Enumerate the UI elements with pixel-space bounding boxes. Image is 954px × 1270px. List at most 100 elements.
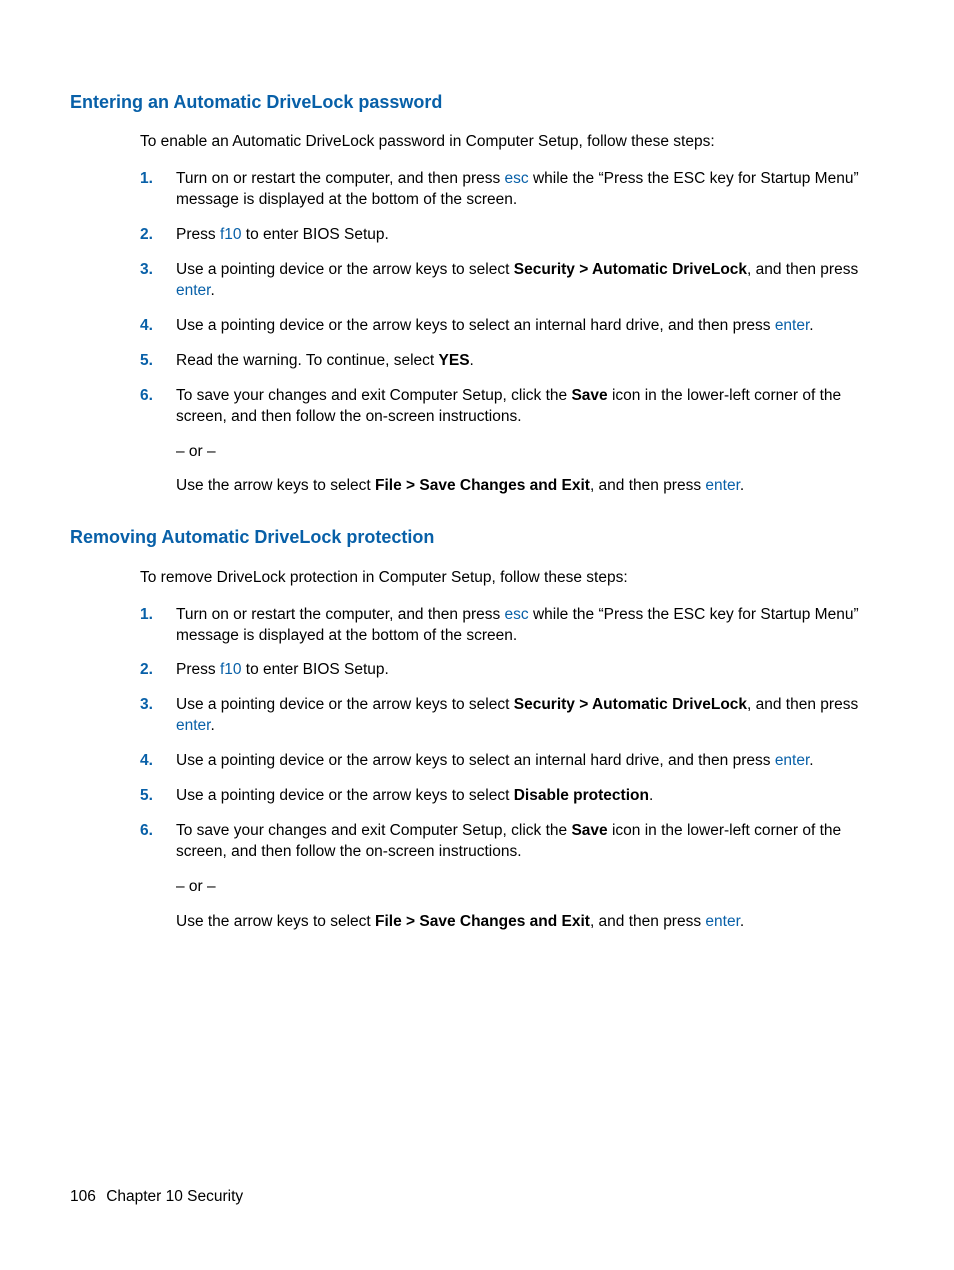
step-number: 2.	[140, 660, 176, 681]
bold-text: Security > Automatic DriveLock	[514, 696, 747, 713]
text-run: , and then press	[747, 261, 858, 278]
step-body: Use a pointing device or the arrow keys …	[176, 751, 884, 772]
text-run: .	[740, 913, 744, 930]
or-text: – or –	[176, 877, 884, 898]
step-body: Press f10 to enter BIOS Setup.	[176, 225, 884, 246]
text-run: , and then press	[590, 477, 705, 494]
step-number: 5.	[140, 351, 176, 372]
chapter-label: Chapter 10 Security	[106, 1188, 243, 1205]
key-enter: enter	[705, 477, 739, 494]
step-text: Press f10 to enter BIOS Setup.	[176, 225, 884, 246]
step-item: 2. Press f10 to enter BIOS Setup.	[140, 660, 884, 681]
text-run: to enter BIOS Setup.	[242, 661, 389, 678]
step-body: To save your changes and exit Computer S…	[176, 821, 884, 933]
step-item: 5. Use a pointing device or the arrow ke…	[140, 786, 884, 807]
step-text: Use the arrow keys to select File > Save…	[176, 476, 884, 497]
step-number: 2.	[140, 225, 176, 246]
text-run: Turn on or restart the computer, and the…	[176, 606, 505, 623]
bold-text: Save	[571, 387, 607, 404]
step-text: Read the warning. To continue, select YE…	[176, 351, 884, 372]
text-run: Read the warning. To continue, select	[176, 352, 439, 369]
page-footer: 106 Chapter 10 Security	[70, 1187, 243, 1208]
step-body: Use a pointing device or the arrow keys …	[176, 786, 884, 807]
step-item: 6. To save your changes and exit Compute…	[140, 821, 884, 933]
step-number: 6.	[140, 386, 176, 407]
text-run: Use the arrow keys to select	[176, 477, 375, 494]
step-number: 5.	[140, 786, 176, 807]
key-esc: esc	[505, 606, 529, 623]
text-run: .	[210, 282, 214, 299]
text-run: Use a pointing device or the arrow keys …	[176, 787, 514, 804]
step-text: Use a pointing device or the arrow keys …	[176, 751, 884, 772]
bold-text: File > Save Changes and Exit	[375, 477, 590, 494]
step-number: 1.	[140, 169, 176, 190]
key-enter: enter	[176, 282, 210, 299]
step-body: Turn on or restart the computer, and the…	[176, 169, 884, 211]
key-f10: f10	[220, 661, 242, 678]
step-item: 4. Use a pointing device or the arrow ke…	[140, 316, 884, 337]
step-number: 4.	[140, 316, 176, 337]
text-run: .	[809, 317, 813, 334]
step-body: Read the warning. To continue, select YE…	[176, 351, 884, 372]
text-run: , and then press	[747, 696, 858, 713]
text-run: , and then press	[590, 913, 705, 930]
section-heading-entering: Entering an Automatic DriveLock password	[70, 90, 884, 114]
step-text: Use the arrow keys to select File > Save…	[176, 912, 884, 933]
step-body: Press f10 to enter BIOS Setup.	[176, 660, 884, 681]
bold-text: YES	[439, 352, 470, 369]
step-number: 3.	[140, 260, 176, 281]
bold-text: Security > Automatic DriveLock	[514, 261, 747, 278]
text-run: .	[649, 787, 653, 804]
step-text: To save your changes and exit Computer S…	[176, 386, 884, 428]
text-run: Press	[176, 661, 220, 678]
step-text: Press f10 to enter BIOS Setup.	[176, 660, 884, 681]
step-item: 4. Use a pointing device or the arrow ke…	[140, 751, 884, 772]
text-run: .	[210, 717, 214, 734]
key-f10: f10	[220, 226, 242, 243]
text-run: .	[809, 752, 813, 769]
step-body: Use a pointing device or the arrow keys …	[176, 695, 884, 737]
step-text: Use a pointing device or the arrow keys …	[176, 260, 884, 302]
step-item: 1. Turn on or restart the computer, and …	[140, 605, 884, 647]
step-item: 2. Press f10 to enter BIOS Setup.	[140, 225, 884, 246]
text-run: .	[470, 352, 474, 369]
step-item: 1. Turn on or restart the computer, and …	[140, 169, 884, 211]
step-body: To save your changes and exit Computer S…	[176, 386, 884, 498]
section-heading-removing: Removing Automatic DriveLock protection	[70, 525, 884, 549]
text-run: Use a pointing device or the arrow keys …	[176, 696, 514, 713]
step-item: 6. To save your changes and exit Compute…	[140, 386, 884, 498]
step-number: 6.	[140, 821, 176, 842]
text-run: Press	[176, 226, 220, 243]
steps-list-2: 1. Turn on or restart the computer, and …	[140, 605, 884, 933]
key-enter: enter	[705, 913, 739, 930]
page-content: Entering an Automatic DriveLock password…	[0, 0, 954, 933]
bold-text: Save	[571, 822, 607, 839]
text-run: .	[740, 477, 744, 494]
key-enter: enter	[176, 717, 210, 734]
intro-text: To enable an Automatic DriveLock passwor…	[140, 132, 884, 153]
step-number: 3.	[140, 695, 176, 716]
intro-text: To remove DriveLock protection in Comput…	[140, 568, 884, 589]
key-enter: enter	[775, 317, 809, 334]
key-enter: enter	[775, 752, 809, 769]
step-text: Use a pointing device or the arrow keys …	[176, 695, 884, 737]
key-esc: esc	[505, 170, 529, 187]
step-text: Turn on or restart the computer, and the…	[176, 169, 884, 211]
steps-list-1: 1. Turn on or restart the computer, and …	[140, 169, 884, 497]
step-number: 4.	[140, 751, 176, 772]
text-run: To save your changes and exit Computer S…	[176, 822, 571, 839]
text-run: Use a pointing device or the arrow keys …	[176, 317, 775, 334]
text-run: Use a pointing device or the arrow keys …	[176, 261, 514, 278]
bold-text: Disable protection	[514, 787, 649, 804]
step-number: 1.	[140, 605, 176, 626]
or-text: – or –	[176, 442, 884, 463]
step-item: 3. Use a pointing device or the arrow ke…	[140, 260, 884, 302]
text-run: Turn on or restart the computer, and the…	[176, 170, 505, 187]
page-number: 106	[70, 1188, 96, 1205]
text-run: To save your changes and exit Computer S…	[176, 387, 571, 404]
step-body: Use a pointing device or the arrow keys …	[176, 316, 884, 337]
step-text: Turn on or restart the computer, and the…	[176, 605, 884, 647]
step-text: Use a pointing device or the arrow keys …	[176, 786, 884, 807]
step-text: To save your changes and exit Computer S…	[176, 821, 884, 863]
text-run: Use a pointing device or the arrow keys …	[176, 752, 775, 769]
